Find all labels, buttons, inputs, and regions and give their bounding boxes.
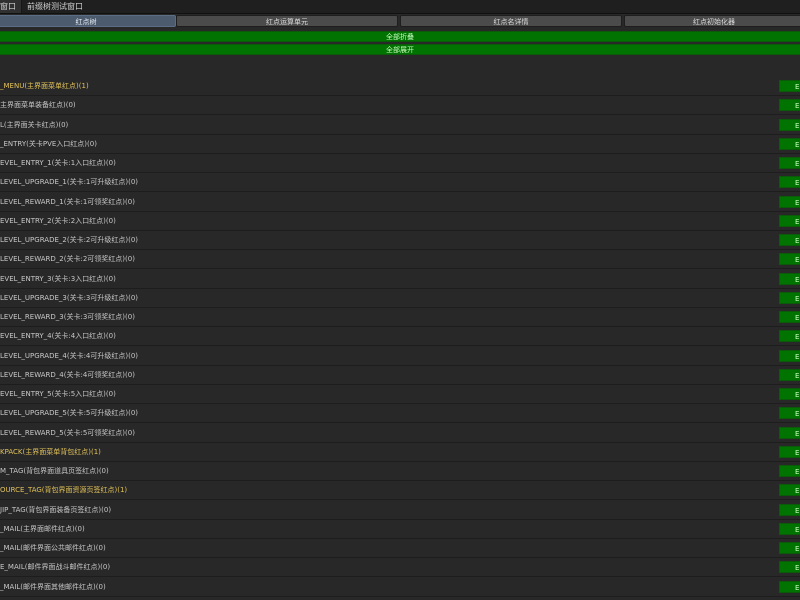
tree-node-label: LEVEL_REWARD_3(关卡:3可领奖红点)(0) — [0, 313, 135, 321]
tree-row[interactable]: LEVEL_UPGRADE_3(关卡:3可升级红点)(0) E — [0, 289, 800, 308]
tree-row-button[interactable]: E — [779, 388, 800, 400]
tree-row-button[interactable]: E — [779, 118, 800, 131]
tree-node-label: 主界面菜单装备红点)(0) — [0, 101, 76, 110]
tree-row[interactable]: LEVEL_UPGRADE_5(关卡:5可升级红点)(0) E — [0, 404, 800, 424]
tree-row[interactable]: _MAIL(邮件界面公共邮件红点)(0) E — [0, 539, 800, 558]
tree-node-label: LEVEL_REWARD_2(关卡:2可领奖红点)(0) — [0, 255, 135, 264]
tree-row-button[interactable]: E — [779, 311, 800, 323]
tree-node-label: L(主界面关卡红点)(0) — [0, 120, 69, 129]
expand-all-button[interactable]: 全部展开 — [0, 44, 800, 55]
tree-node-label: LEVEL_REWARD_5(关卡:5可领奖红点)(0) — [0, 428, 135, 437]
tree-row-button[interactable]: E — [779, 195, 800, 208]
tree-row-button[interactable]: E — [779, 407, 800, 420]
tree-row-button[interactable]: E — [779, 368, 800, 381]
tree-row-button[interactable]: E — [779, 157, 800, 169]
tree-row[interactable]: KPACK(主界面菜单背包红点)(1) E — [0, 443, 800, 462]
tree-row[interactable]: _MAIL(邮件界面其他邮件红点)(0) E — [0, 578, 800, 597]
tree-row[interactable]: 主界面菜单装备红点)(0) E — [0, 96, 800, 116]
tree-row-button[interactable]: E — [779, 445, 800, 458]
window-tab-main[interactable]: 窗口 — [0, 0, 22, 13]
tree-row[interactable]: _ENTRY(关卡PVE入口红点)(0) E — [0, 135, 800, 154]
tree-row-button[interactable]: E — [779, 561, 800, 574]
tree-row[interactable]: LEVEL_REWARD_2(关卡:2可领奖红点)(0) E — [0, 250, 800, 270]
tab-red-dot-tree[interactable]: 红点树 — [0, 15, 176, 27]
tab-red-dot-name-details[interactable]: 红点名详情 — [400, 15, 622, 27]
tree-node-label: LEVEL_UPGRADE_1(关卡:1可升级红点)(0) — [0, 178, 139, 187]
tree-row-button[interactable]: E — [779, 272, 800, 285]
tree-node-label: EVEL_ENTRY_3(关卡:3入口红点)(0) — [0, 274, 116, 283]
tree-node-label: M_TAG(背包界面道具页签红点)(0) — [0, 467, 109, 475]
tree-row-button[interactable]: E — [779, 214, 800, 227]
tree-node-label: KPACK(主界面菜单背包红点)(1) — [0, 447, 101, 456]
tree-node-label: JIP_TAG(背包界面装备页签红点)(0) — [0, 505, 112, 514]
tree-row-button[interactable]: E — [779, 253, 800, 266]
tree-row[interactable]: LEVEL_REWARD_3(关卡:3可领奖红点)(0) E — [0, 308, 800, 327]
tree-node-label: _ENTRY(关卡PVE入口红点)(0) — [0, 139, 97, 148]
tree-row[interactable]: _MAIL(主界面邮件红点)(0) E — [0, 520, 800, 539]
tree-row-button[interactable]: E — [779, 465, 800, 477]
tree-row-button[interactable]: E — [779, 80, 800, 92]
tree-node-label: OURCE_TAG(背包界面资源页签红点)(1) — [0, 486, 128, 495]
tab-red-dot-initializer[interactable]: 红点初始化器 — [624, 15, 800, 27]
tree-node-label: _MAIL(邮件界面其他邮件红点)(0) — [0, 582, 106, 591]
tree-node-label: EVEL_ENTRY_5(关卡:5入口红点)(0) — [0, 390, 116, 398]
tree-node-label: _MAIL(邮件界面公共邮件红点)(0) — [0, 544, 106, 552]
tree-row-button[interactable]: E — [779, 176, 800, 189]
tree-node-label: _MAIL(主界面邮件红点)(0) — [0, 524, 85, 533]
tree-row-button[interactable]: E — [779, 426, 800, 439]
tree-row[interactable]: LEVEL_UPGRADE_2(关卡:2可升级红点)(0) E — [0, 231, 800, 250]
tree-row[interactable]: EVEL_ENTRY_2(关卡:2入口红点)(0) E — [0, 212, 800, 231]
tree-row[interactable]: E_MAIL(邮件界面战斗邮件红点)(0) E — [0, 558, 800, 578]
tree-row-button[interactable]: E — [779, 137, 800, 150]
tree-node-label: LEVEL_REWARD_1(关卡:1可领奖红点)(0) — [0, 197, 135, 206]
tree-row[interactable]: EVEL_ENTRY_3(关卡:3入口红点)(0) E — [0, 270, 800, 289]
tree-row[interactable]: EVEL_ENTRY_1(关卡:1入口红点)(0) E — [0, 154, 800, 173]
tree-row[interactable]: JIP_TAG(背包界面装备页签红点)(0) E — [0, 501, 800, 520]
tree-row[interactable]: M_TAG(背包界面道具页签红点)(0) E — [0, 462, 800, 481]
tree-node-label: EVEL_ENTRY_2(关卡:2入口红点)(0) — [0, 216, 116, 225]
tree-row[interactable]: _MENU(主界面菜单红点)(1) E — [0, 77, 800, 96]
tree-node-label: LEVEL_UPGRADE_5(关卡:5可升级红点)(0) — [0, 409, 139, 418]
tree-node-label: LEVEL_UPGRADE_3(关卡:3可升级红点)(0) — [0, 293, 139, 302]
tree-row-button[interactable]: E — [779, 522, 800, 535]
tree-row[interactable]: LEVEL_UPGRADE_1(关卡:1可升级红点)(0) E — [0, 173, 800, 193]
tree-row-button[interactable]: E — [779, 234, 800, 246]
tree-node-label: LEVEL_UPGRADE_2(关卡:2可升级红点)(0) — [0, 236, 139, 244]
tree-row-button[interactable]: E — [779, 580, 800, 593]
tree-row-button[interactable]: E — [779, 484, 800, 497]
collapse-all-button[interactable]: 全部折叠 — [0, 31, 800, 42]
tree-row[interactable]: L(主界面关卡红点)(0) E — [0, 116, 800, 135]
tree-node-label: EVEL_ENTRY_1(关卡:1入口红点)(0) — [0, 159, 116, 167]
tree-row-button[interactable]: E — [779, 349, 800, 362]
window-tab-bar: 窗口 前缀树测试窗口 — [0, 0, 800, 14]
tree-row[interactable]: LEVEL_REWARD_4(关卡:4可领奖红点)(0) E — [0, 366, 800, 385]
red-dot-tree-list: _MENU(主界面菜单红点)(1) E 主界面菜单装备红点)(0) E L(主界面关卡红… — [0, 77, 800, 600]
tree-node-label: E_MAIL(邮件界面战斗邮件红点)(0) — [0, 563, 111, 572]
tree-row[interactable]: OURCE_TAG(背包界面资源页签红点)(1) E — [0, 481, 800, 501]
tree-row-button[interactable]: E — [779, 330, 800, 343]
tab-red-dot-operation-unit[interactable]: 红点运算单元 — [176, 15, 398, 27]
tree-node-label: LEVEL_UPGRADE_4(关卡:4可升级红点)(0) — [0, 351, 139, 360]
tree-row-button[interactable]: E — [779, 99, 800, 112]
tree-node-label: LEVEL_REWARD_4(关卡:4可领奖红点)(0) — [0, 370, 135, 379]
tree-row-button[interactable]: E — [779, 291, 800, 304]
tree-node-label: _MENU(主界面菜单红点)(1) — [0, 82, 89, 90]
tree-row[interactable]: LEVEL_UPGRADE_4(关卡:4可升级红点)(0) E — [0, 347, 800, 366]
tree-row-button[interactable]: E — [779, 503, 800, 516]
tree-node-label: EVEL_ENTRY_4(关卡:4入口红点)(0) — [0, 332, 116, 341]
tree-row[interactable]: LEVEL_REWARD_1(关卡:1可领奖红点)(0) E — [0, 193, 800, 212]
tree-row[interactable]: EVEL_ENTRY_5(关卡:5入口红点)(0) E — [0, 385, 800, 404]
tree-row[interactable]: LEVEL_REWARD_5(关卡:5可领奖红点)(0) E — [0, 424, 800, 443]
tree-row[interactable]: EVEL_ENTRY_4(关卡:4入口红点)(0) E — [0, 327, 800, 347]
window-tab-prefix-tree-test[interactable]: 前缀树测试窗口 — [24, 0, 86, 13]
toolbar-tab-bar: 红点树 红点运算单元 红点名详情 红点初始化器 — [0, 14, 800, 29]
tree-row-button[interactable]: E — [779, 542, 800, 554]
